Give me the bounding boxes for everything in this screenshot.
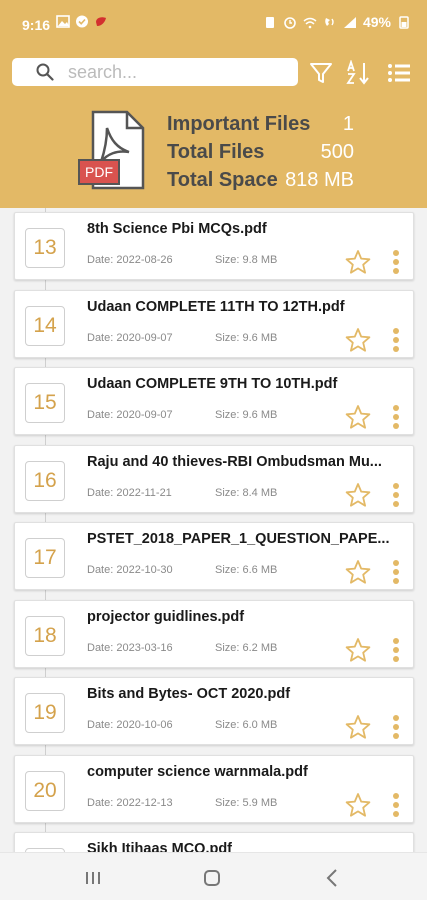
battery-saver-icon <box>265 16 274 28</box>
file-number: 16 <box>25 460 65 501</box>
list-view-icon[interactable] <box>386 60 412 86</box>
star-outline-icon[interactable] <box>345 637 371 663</box>
file-name: computer science warnmala.pdf <box>87 763 308 780</box>
file-number: 13 <box>25 228 65 268</box>
star-outline-icon[interactable] <box>345 559 371 585</box>
file-card[interactable]: 20 computer science warnmala.pdf Date: 202… <box>14 754 414 823</box>
star-outline-icon[interactable] <box>345 249 371 275</box>
file-card[interactable]: 16 Raju and 40 thieves-RBI Ombudsman Mu..… <box>14 444 414 513</box>
total-space-value: 818 MB <box>285 169 354 191</box>
file-date: Date: 2022-08-26 <box>87 254 173 266</box>
pdf-badge-text: PDF <box>85 164 113 180</box>
sort-az-icon[interactable] <box>346 60 372 86</box>
file-card[interactable]: 17 PSTET_2018_PAPER_1_QUESTION_PAPE... Dat… <box>14 522 414 590</box>
more-vertical-icon[interactable] <box>389 637 403 663</box>
total-files-value: 500 <box>320 141 354 163</box>
status-right-icons: 49% <box>263 14 411 30</box>
file-date: Date: 2020-09-07 <box>87 331 173 344</box>
more-vertical-icon[interactable] <box>389 482 403 508</box>
file-name: Sikh Itihaas MCQ.pdf <box>87 841 233 852</box>
file-date: Date: 2022-11-21 <box>87 486 172 499</box>
check-circle-icon <box>76 15 88 28</box>
app-header: PDF Important Files Total Files Total Sp… <box>0 46 427 208</box>
file-number: 14 <box>25 305 65 346</box>
status-time: 9:16 <box>22 17 51 33</box>
wifi-calling-icon <box>303 17 317 28</box>
file-date: Date: 2020-10-06 <box>87 719 173 731</box>
alarm-icon <box>284 16 296 29</box>
gallery-icon <box>56 15 70 28</box>
battery-icon <box>399 15 409 29</box>
pdf-file-icon: PDF <box>78 110 145 190</box>
file-card[interactable]: 14 Udaan COMPLETE 11TH TO 12TH.pdf Date: 2… <box>14 289 414 358</box>
file-number: 15 <box>25 383 65 423</box>
volte-icon <box>325 17 334 26</box>
file-name: Udaan COMPLETE 9TH TO 10TH.pdf <box>87 376 338 392</box>
file-number: 17 <box>25 538 65 578</box>
file-size: Size: 6.6 MB <box>215 564 278 576</box>
file-name: Bits and Bytes- OCT 2020.pdf <box>87 686 291 702</box>
file-name: PSTET_2018_PAPER_1_QUESTION_PAPE... <box>87 531 390 547</box>
filter-icon[interactable] <box>308 60 334 86</box>
signal-icon <box>343 16 356 28</box>
file-size: Size: 6.0 MB <box>215 719 278 731</box>
file-size: Size: 9.8 MB <box>215 254 278 266</box>
search-icon <box>36 63 54 81</box>
star-outline-icon[interactable] <box>345 482 371 508</box>
file-size: Size: 5.9 MB <box>215 796 278 809</box>
system-nav-bar <box>0 852 427 900</box>
recents-icon[interactable] <box>82 867 104 889</box>
more-vertical-icon[interactable] <box>389 792 403 818</box>
file-size: Size: 9.6 MB <box>215 331 278 344</box>
file-date: Date: 2020-09-07 <box>87 409 173 421</box>
status-bar: 9:16 49% <box>0 0 427 46</box>
more-vertical-icon[interactable] <box>389 404 403 430</box>
more-vertical-icon[interactable] <box>389 249 403 275</box>
file-number: 19 <box>25 693 65 733</box>
more-vertical-icon[interactable] <box>389 327 403 353</box>
search-bar[interactable] <box>12 58 298 86</box>
file-card[interactable]: 15 Udaan COMPLETE 9TH TO 10TH.pdf Date: 20… <box>14 367 414 435</box>
search-input[interactable] <box>68 61 268 83</box>
file-size: Size: 9.6 MB <box>215 409 278 421</box>
star-outline-icon[interactable] <box>345 714 371 740</box>
star-outline-icon[interactable] <box>345 327 371 353</box>
file-name: 8th Science Pbi MCQs.pdf <box>87 221 267 237</box>
more-vertical-icon[interactable] <box>389 714 403 740</box>
important-files-value: 1 <box>342 113 354 135</box>
file-number: 20 <box>25 770 65 811</box>
file-size: Size: 6.2 MB <box>215 641 278 654</box>
back-icon[interactable] <box>322 867 344 889</box>
app-notification-icon <box>96 17 106 26</box>
star-outline-icon[interactable] <box>345 792 371 818</box>
battery-percentage: 49% <box>362 14 391 30</box>
file-date: Date: 2022-10-30 <box>87 564 173 576</box>
star-outline-icon[interactable] <box>345 404 371 430</box>
home-icon[interactable] <box>201 867 223 889</box>
file-summary: PDF Important Files Total Files Total Sp… <box>0 104 427 208</box>
file-date: Date: 2023-03-16 <box>87 641 173 654</box>
file-card[interactable]: 19 Bits and Bytes- OCT 2020.pdf Date: 2020… <box>14 677 414 745</box>
file-list[interactable]: 13 8th Science Pbi MCQs.pdf Date: 2022-08-… <box>0 208 427 852</box>
file-size: Size: 8.4 MB <box>215 486 278 499</box>
file-number: 18 <box>25 615 65 656</box>
file-card[interactable]: 18 projector guidlines.pdf Date: 2023-03-1… <box>14 599 414 668</box>
file-card[interactable]: 21Sikh Itihaas MCQ.pdf <box>14 832 414 852</box>
more-vertical-icon[interactable] <box>389 559 403 585</box>
status-left-icons <box>56 15 108 28</box>
file-card[interactable]: 13 8th Science Pbi MCQs.pdf Date: 2022-08-… <box>14 212 414 280</box>
file-name: projector guidlines.pdf <box>87 608 245 625</box>
file-name: Raju and 40 thieves-RBI Ombudsman Mu... <box>87 453 382 470</box>
file-date: Date: 2022-12-13 <box>87 796 173 809</box>
file-name: Udaan COMPLETE 11TH TO 12TH.pdf <box>87 298 345 315</box>
